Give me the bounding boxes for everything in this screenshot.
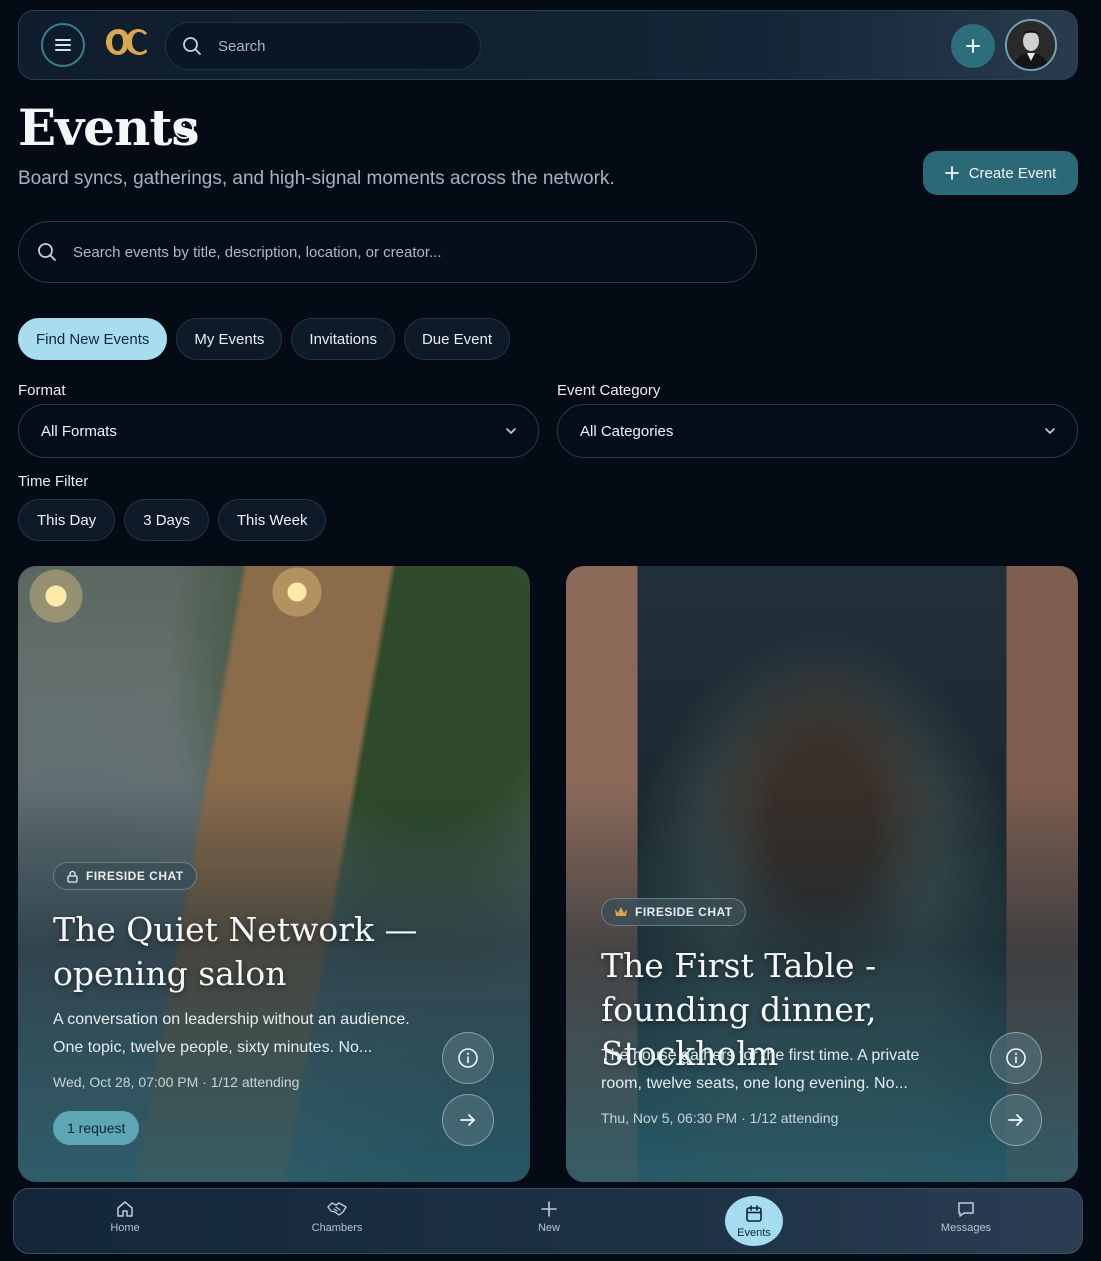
global-search-placeholder: Search	[218, 37, 266, 55]
event-badge-label: FIRESIDE CHAT	[86, 869, 184, 883]
nav-chambers[interactable]: Chambers	[297, 1199, 377, 1247]
info-icon	[458, 1048, 478, 1068]
plus-icon	[966, 39, 980, 53]
event-meta: Wed, Oct 28, 07:00 PM · 1/12 attending	[53, 1074, 300, 1090]
handshake-icon	[327, 1202, 347, 1216]
home-icon	[117, 1201, 133, 1217]
plus-icon	[944, 166, 959, 180]
event-card[interactable]: FIRESIDE CHAT The Quiet Network — openin…	[18, 566, 530, 1182]
search-icon	[183, 37, 201, 55]
arrow-right-icon	[1008, 1114, 1023, 1126]
event-category-badge: FIRESIDE CHAT	[601, 898, 746, 926]
nav-messages-label: Messages	[940, 1222, 992, 1234]
arrow-right-icon	[460, 1114, 475, 1126]
brand-logo[interactable]	[103, 25, 149, 65]
info-icon	[1006, 1048, 1026, 1068]
tab-find-new-events[interactable]: Find New Events	[18, 318, 168, 360]
quick-add-button[interactable]	[951, 24, 995, 68]
top-bar: Search	[18, 10, 1078, 80]
category-label: Event Category	[557, 382, 661, 399]
user-avatar[interactable]	[1005, 19, 1057, 71]
event-open-button[interactable]	[990, 1094, 1042, 1146]
nav-messages[interactable]: Messages	[926, 1199, 1006, 1247]
format-select-value: All Formats	[41, 422, 117, 440]
event-info-button[interactable]	[990, 1032, 1042, 1084]
time-chip-this-week[interactable]: This Week	[217, 499, 327, 541]
menu-button[interactable]	[41, 23, 85, 67]
nav-home-label: Home	[110, 1222, 140, 1234]
search-icon	[38, 243, 56, 261]
global-search[interactable]: Search	[165, 22, 481, 70]
time-filter-label: Time Filter	[18, 473, 89, 490]
event-search-input[interactable]: Search events by title, description, loc…	[18, 221, 757, 283]
message-icon	[958, 1202, 974, 1217]
event-description: A conversation on leadership without an …	[53, 1011, 410, 1056]
nav-chambers-label: Chambers	[311, 1222, 363, 1234]
tab-invitations[interactable]: Invitations	[291, 318, 395, 360]
hamburger-icon	[55, 39, 71, 51]
request-badge[interactable]: 1 request	[53, 1111, 140, 1145]
avatar-portrait	[1007, 21, 1055, 69]
event-badge-label: FIRESIDE CHAT	[635, 905, 733, 919]
plus-icon	[541, 1201, 557, 1217]
chevron-down-icon	[1045, 428, 1055, 435]
nav-home[interactable]: Home	[85, 1199, 165, 1247]
category-select[interactable]: All Categories	[557, 404, 1078, 458]
event-title: The Quiet Network — opening salon	[53, 910, 418, 993]
event-meta: Thu, Nov 5, 06:30 PM · 1/12 attending	[601, 1110, 839, 1126]
chevron-down-icon	[506, 428, 516, 435]
lock-icon	[67, 870, 78, 883]
nav-events[interactable]: Events	[725, 1196, 783, 1246]
crown-icon	[615, 907, 627, 916]
create-event-label: Create Event	[968, 164, 1057, 182]
tab-due-event[interactable]: Due Event	[403, 318, 511, 360]
event-description: The house gathers for the first time. A …	[601, 1047, 920, 1092]
bottom-navigation: Home Chambers New Events Messages	[13, 1188, 1083, 1254]
format-label: Format	[18, 382, 66, 399]
category-select-value: All Categories	[580, 422, 674, 440]
event-info-button[interactable]	[442, 1032, 494, 1084]
logo-mark	[106, 29, 147, 55]
event-card[interactable]: FIRESIDE CHAT The First Table - founding…	[566, 566, 1078, 1182]
page-subtitle: Board syncs, gatherings, and high-signal…	[18, 168, 615, 189]
nav-new[interactable]: New	[509, 1199, 589, 1247]
event-category-badge: FIRESIDE CHAT	[53, 862, 197, 890]
time-filter-chips: This Day 3 Days This Week	[18, 499, 327, 541]
time-chip-this-day[interactable]: This Day	[18, 499, 116, 541]
info-icon[interactable]	[173, 118, 195, 140]
nav-new-label: New	[537, 1222, 560, 1234]
time-chip-3-days[interactable]: 3 Days	[124, 499, 209, 541]
create-event-button[interactable]: Create Event	[923, 151, 1078, 195]
event-tabs: Find New Events My Events Invitations Du…	[18, 318, 511, 360]
nav-events-label: Events	[737, 1226, 771, 1239]
format-select[interactable]: All Formats	[18, 404, 539, 458]
event-search-placeholder: Search events by title, description, loc…	[73, 243, 442, 261]
page-title: Events	[18, 98, 200, 157]
tab-my-events[interactable]: My Events	[176, 318, 283, 360]
calendar-icon	[746, 1204, 762, 1222]
event-open-button[interactable]	[442, 1094, 494, 1146]
